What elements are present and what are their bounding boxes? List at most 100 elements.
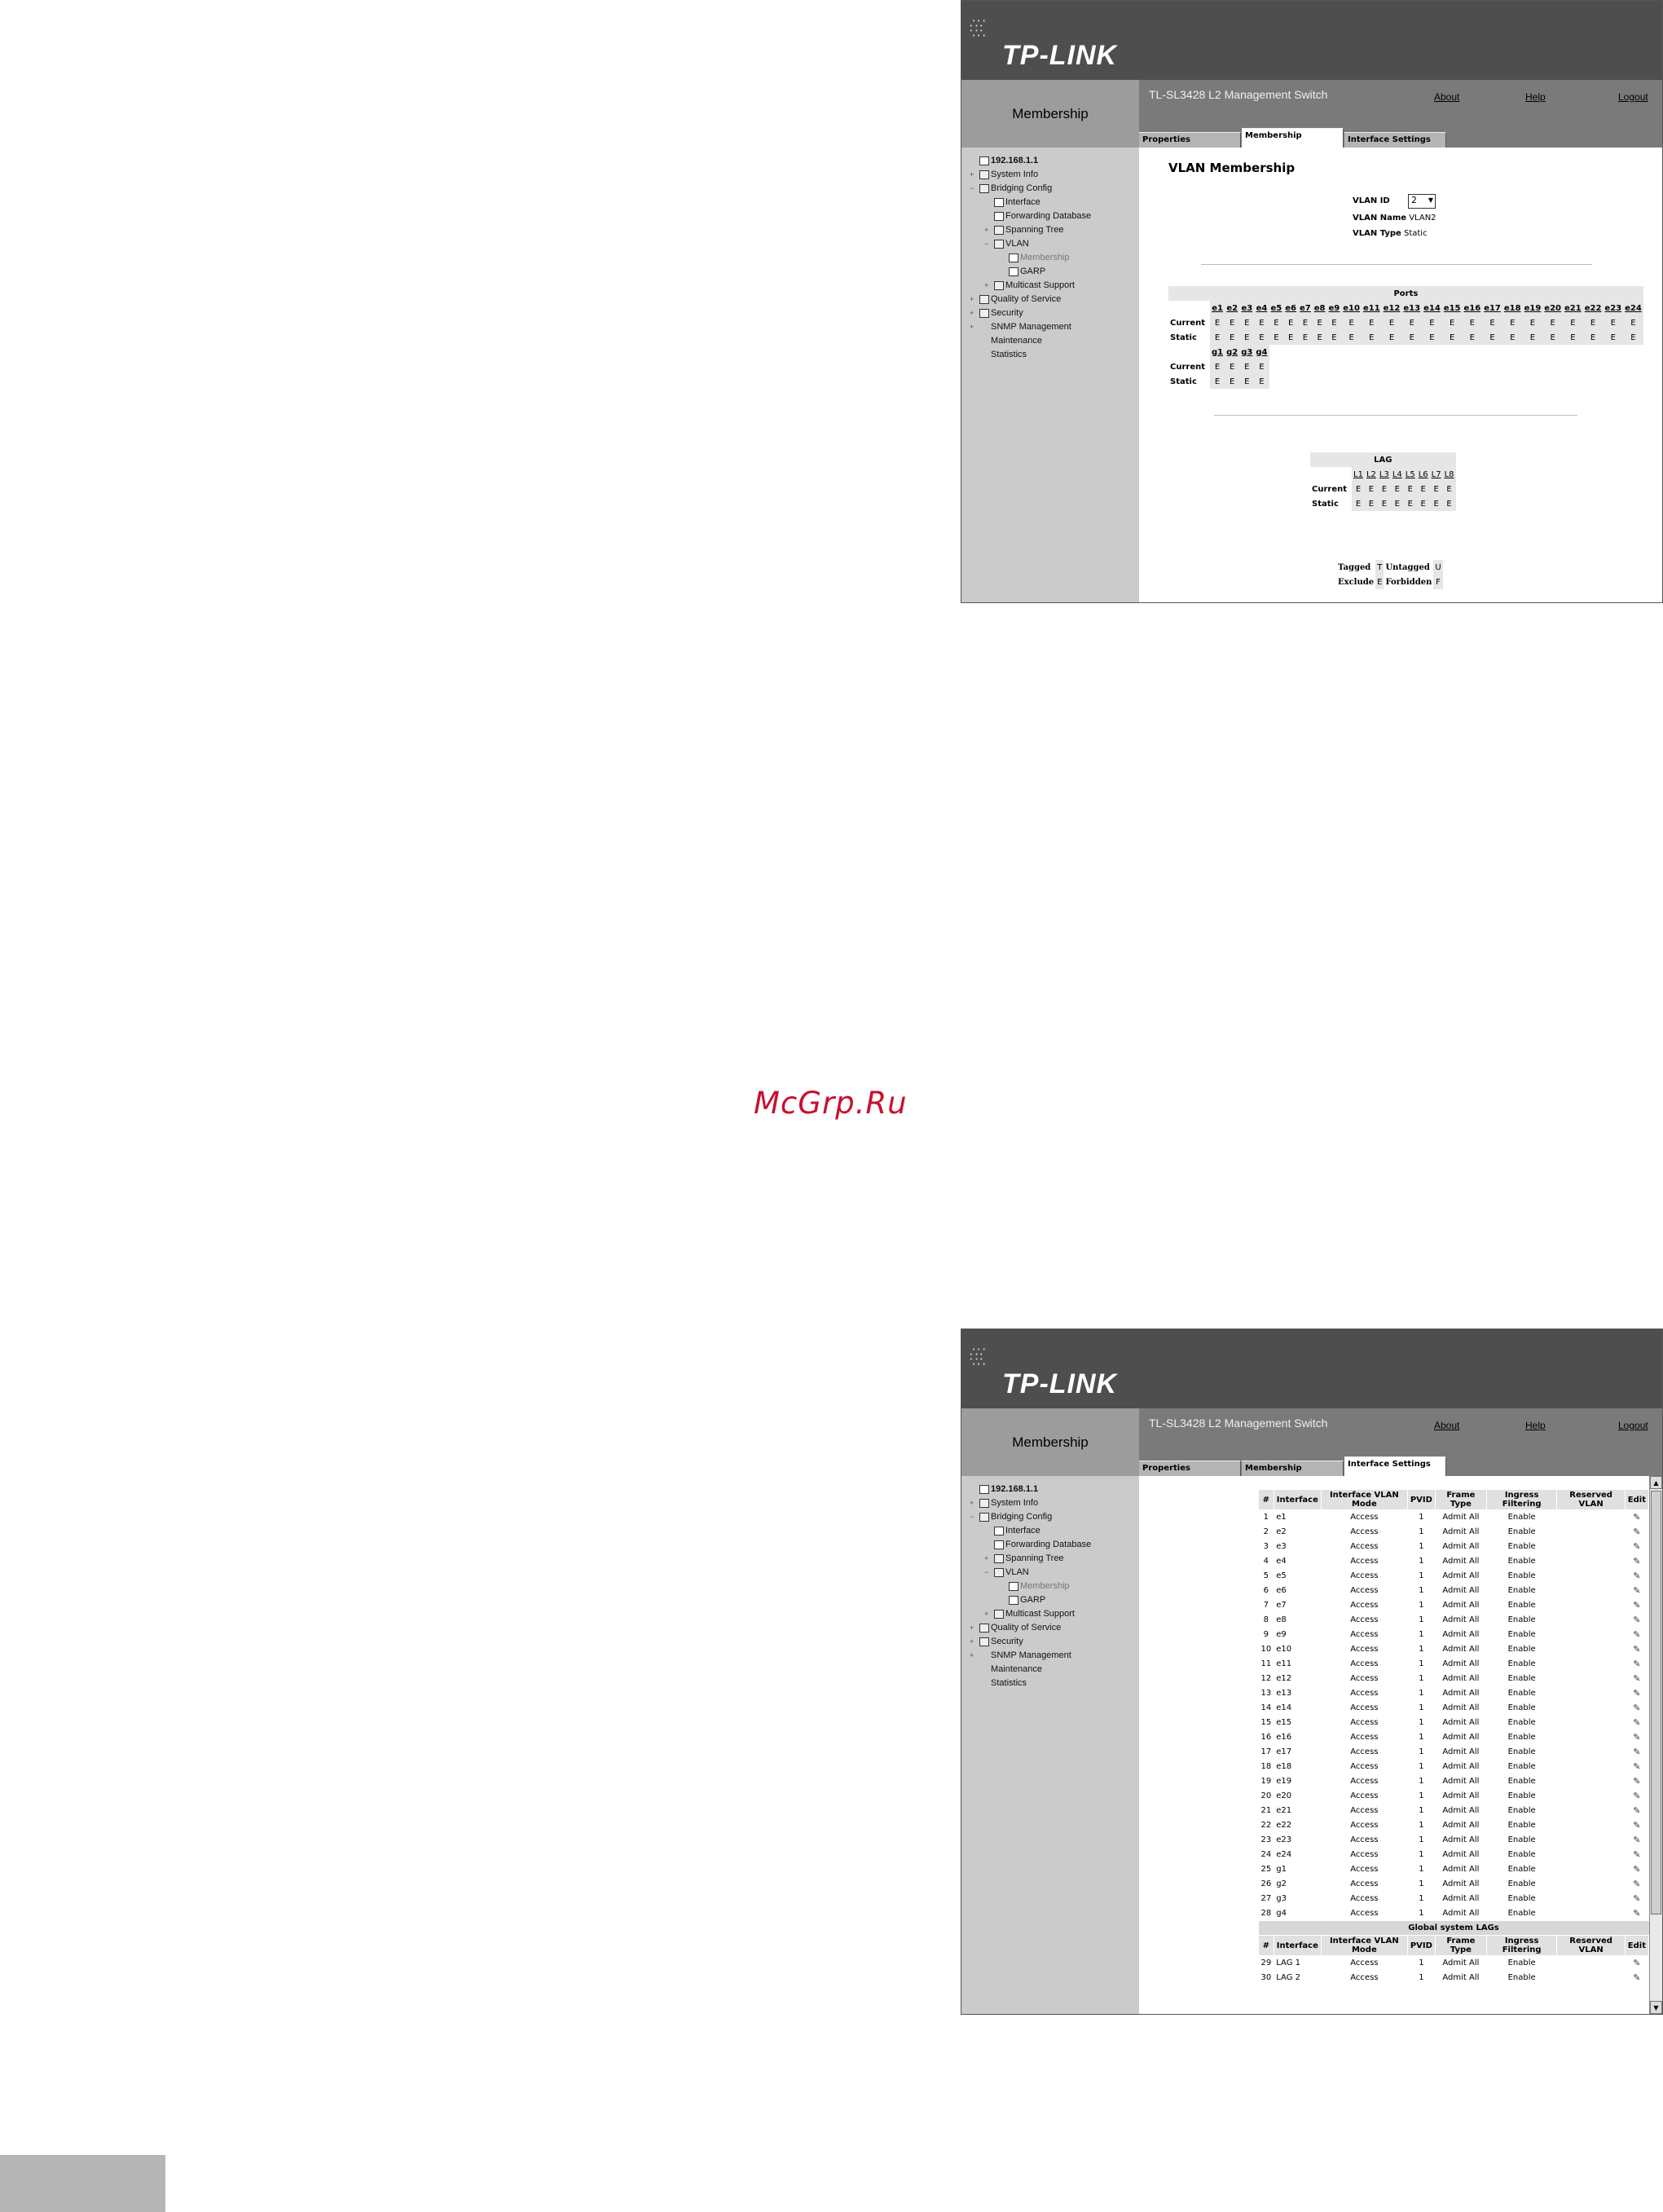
scroll-down-icon[interactable]: ▼ bbox=[1650, 2001, 1662, 2014]
membership-cell[interactable]: E bbox=[1361, 330, 1382, 345]
pencil-icon[interactable]: ✎ bbox=[1625, 1672, 1648, 1686]
membership-cell[interactable]: E bbox=[1482, 330, 1502, 345]
membership-cell[interactable]: E bbox=[1364, 496, 1378, 511]
nav-item[interactable]: Membership bbox=[970, 1580, 1091, 1593]
nav-item[interactable]: Membership bbox=[970, 251, 1091, 265]
pencil-icon[interactable]: ✎ bbox=[1625, 1613, 1648, 1628]
membership-cell[interactable]: E bbox=[1225, 330, 1240, 345]
nav-item[interactable]: + Spanning Tree bbox=[970, 1552, 1091, 1566]
pencil-icon[interactable]: ✎ bbox=[1625, 1877, 1648, 1892]
expand-toggle-icon[interactable]: − bbox=[970, 1510, 979, 1524]
pencil-icon[interactable]: ✎ bbox=[1625, 1657, 1648, 1672]
expand-toggle-icon[interactable]: − bbox=[970, 182, 979, 196]
membership-cell[interactable]: E bbox=[1298, 330, 1313, 345]
pencil-icon[interactable]: ✎ bbox=[1625, 1525, 1648, 1540]
nav-item[interactable]: + Security bbox=[970, 306, 1091, 320]
tab-membership[interactable]: Membership bbox=[1242, 1461, 1344, 1476]
membership-cell[interactable]: E bbox=[1441, 330, 1463, 345]
expand-toggle-icon[interactable]: + bbox=[970, 1649, 979, 1663]
expand-toggle-icon[interactable]: + bbox=[984, 1552, 994, 1566]
membership-cell[interactable]: E bbox=[1352, 496, 1365, 511]
membership-cell[interactable]: E bbox=[1254, 330, 1269, 345]
membership-cell[interactable]: E bbox=[1254, 374, 1269, 389]
membership-cell[interactable]: E bbox=[1326, 330, 1342, 345]
nav-item[interactable]: − Bridging Config bbox=[970, 182, 1091, 196]
membership-cell[interactable]: E bbox=[1269, 330, 1284, 345]
nav-item[interactable]: − Bridging Config bbox=[970, 1510, 1091, 1524]
tab-interface-settings[interactable]: Interface Settings bbox=[1344, 1456, 1446, 1476]
pencil-icon[interactable]: ✎ bbox=[1625, 1971, 1648, 1985]
expand-toggle-icon[interactable]: + bbox=[970, 1635, 979, 1649]
pencil-icon[interactable]: ✎ bbox=[1625, 1716, 1648, 1730]
tab-membership[interactable]: Membership bbox=[1242, 128, 1344, 148]
pencil-icon[interactable]: ✎ bbox=[1625, 1569, 1648, 1584]
expand-toggle-icon[interactable]: + bbox=[984, 1607, 994, 1621]
nav-item[interactable]: + System Info bbox=[970, 168, 1091, 182]
nav-item[interactable]: GARP bbox=[970, 265, 1091, 279]
nav-item[interactable]: + SNMP Management bbox=[970, 1649, 1091, 1663]
pencil-icon[interactable]: ✎ bbox=[1625, 1956, 1648, 1971]
membership-cell[interactable]: E bbox=[1522, 330, 1543, 345]
nav-item[interactable]: + SNMP Management bbox=[970, 320, 1091, 334]
pencil-icon[interactable]: ✎ bbox=[1625, 1848, 1648, 1862]
nav-item[interactable]: Interface bbox=[970, 196, 1091, 209]
pencil-icon[interactable]: ✎ bbox=[1625, 1906, 1648, 1921]
pencil-icon[interactable]: ✎ bbox=[1625, 1833, 1648, 1848]
membership-cell[interactable]: E bbox=[1390, 496, 1404, 511]
pencil-icon[interactable]: ✎ bbox=[1625, 1628, 1648, 1642]
help-link[interactable]: Help bbox=[1525, 1420, 1546, 1431]
membership-cell[interactable]: E bbox=[1403, 496, 1417, 511]
help-link[interactable]: Help bbox=[1525, 91, 1546, 103]
membership-cell[interactable]: E bbox=[1603, 330, 1624, 345]
pencil-icon[interactable]: ✎ bbox=[1625, 1818, 1648, 1833]
pencil-icon[interactable]: ✎ bbox=[1625, 1730, 1648, 1745]
tab-properties[interactable]: Properties bbox=[1139, 132, 1241, 148]
tab-interface-settings[interactable]: Interface Settings bbox=[1344, 132, 1446, 148]
tab-properties[interactable]: Properties bbox=[1139, 1461, 1241, 1476]
expand-toggle-icon[interactable]: + bbox=[970, 168, 979, 182]
nav-item[interactable]: Interface bbox=[970, 1524, 1091, 1538]
nav-item[interactable]: + Security bbox=[970, 1635, 1091, 1649]
membership-cell[interactable]: E bbox=[1239, 330, 1255, 345]
membership-cell[interactable]: E bbox=[1401, 330, 1423, 345]
pencil-icon[interactable]: ✎ bbox=[1625, 1540, 1648, 1554]
membership-cell[interactable]: E bbox=[1563, 330, 1583, 345]
expand-toggle-icon[interactable]: + bbox=[970, 293, 979, 306]
membership-cell[interactable]: E bbox=[1283, 330, 1299, 345]
pencil-icon[interactable]: ✎ bbox=[1625, 1701, 1648, 1716]
pencil-icon[interactable]: ✎ bbox=[1625, 1510, 1648, 1525]
expand-toggle-icon[interactable]: − bbox=[984, 1566, 994, 1580]
expand-toggle-icon[interactable]: + bbox=[984, 223, 994, 237]
membership-cell[interactable]: E bbox=[1623, 330, 1643, 345]
nav-item[interactable]: Maintenance bbox=[970, 1663, 1091, 1677]
membership-cell[interactable]: E bbox=[1442, 496, 1456, 511]
membership-cell[interactable]: E bbox=[1377, 496, 1391, 511]
nav-item[interactable]: Statistics bbox=[970, 348, 1091, 362]
pencil-icon[interactable]: ✎ bbox=[1625, 1554, 1648, 1569]
nav-item[interactable]: + Multicast Support bbox=[970, 279, 1091, 293]
membership-cell[interactable]: E bbox=[1502, 330, 1523, 345]
membership-cell[interactable]: E bbox=[1462, 330, 1483, 345]
nav-item[interactable]: 192.168.1.1 bbox=[970, 154, 1091, 168]
about-link[interactable]: About bbox=[1434, 91, 1459, 103]
membership-cell[interactable]: E bbox=[1312, 330, 1327, 345]
pencil-icon[interactable]: ✎ bbox=[1625, 1642, 1648, 1657]
scroll-up-icon[interactable]: ▲ bbox=[1650, 1476, 1662, 1489]
membership-cell[interactable]: E bbox=[1225, 374, 1240, 389]
membership-cell[interactable]: E bbox=[1416, 496, 1430, 511]
pencil-icon[interactable]: ✎ bbox=[1625, 1760, 1648, 1774]
nav-item[interactable]: + Spanning Tree bbox=[970, 223, 1091, 237]
membership-cell[interactable]: E bbox=[1542, 330, 1563, 345]
nav-item[interactable]: GARP bbox=[970, 1593, 1091, 1607]
membership-cell[interactable]: E bbox=[1210, 374, 1225, 389]
about-link[interactable]: About bbox=[1434, 1420, 1459, 1431]
pencil-icon[interactable]: ✎ bbox=[1625, 1598, 1648, 1613]
nav-item[interactable]: Forwarding Database bbox=[970, 209, 1091, 223]
pencil-icon[interactable]: ✎ bbox=[1625, 1584, 1648, 1598]
membership-cell[interactable]: E bbox=[1381, 330, 1402, 345]
membership-cell[interactable]: E bbox=[1422, 330, 1442, 345]
nav-item[interactable]: 192.168.1.1 bbox=[970, 1483, 1091, 1496]
expand-toggle-icon[interactable]: + bbox=[984, 279, 994, 293]
pencil-icon[interactable]: ✎ bbox=[1625, 1774, 1648, 1789]
membership-cell[interactable]: E bbox=[1429, 496, 1443, 511]
